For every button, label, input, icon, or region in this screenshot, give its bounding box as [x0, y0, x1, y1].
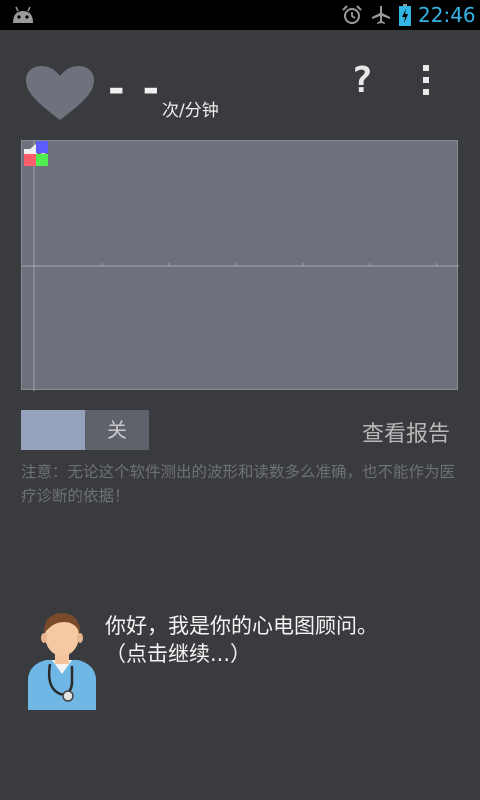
alarm-icon: [342, 5, 362, 24]
status-time: 22:46: [418, 3, 476, 27]
heart-rate-value: - -: [108, 66, 162, 112]
monitor-toggle[interactable]: 关: [21, 410, 149, 450]
status-bar: 22:46: [0, 0, 480, 30]
battery-icon: [399, 4, 411, 26]
help-button[interactable]: ?: [346, 60, 378, 102]
assistant-message[interactable]: 你好，我是你的心电图顾问。（点击继续...）: [105, 612, 405, 668]
ecg-waveform-panel: [21, 140, 459, 391]
ecg-grid: [22, 141, 459, 391]
android-icon: [13, 6, 33, 23]
toggle-on-segment[interactable]: [21, 410, 85, 450]
toggle-off-segment[interactable]: 关: [85, 410, 149, 450]
view-report-button[interactable]: 查看报告: [362, 416, 450, 448]
heart-icon: [26, 66, 94, 120]
color-legend-icon[interactable]: [22, 141, 50, 167]
airplane-icon: [372, 6, 390, 24]
overflow-menu-icon[interactable]: [416, 62, 436, 100]
disclaimer-text: 注意：无论这个软件测出的波形和读数多么准确，也不能作为医疗诊断的依据！: [21, 463, 456, 505]
doctor-avatar-icon[interactable]: [26, 608, 98, 710]
heart-rate-unit: 次/分钟: [162, 101, 219, 121]
